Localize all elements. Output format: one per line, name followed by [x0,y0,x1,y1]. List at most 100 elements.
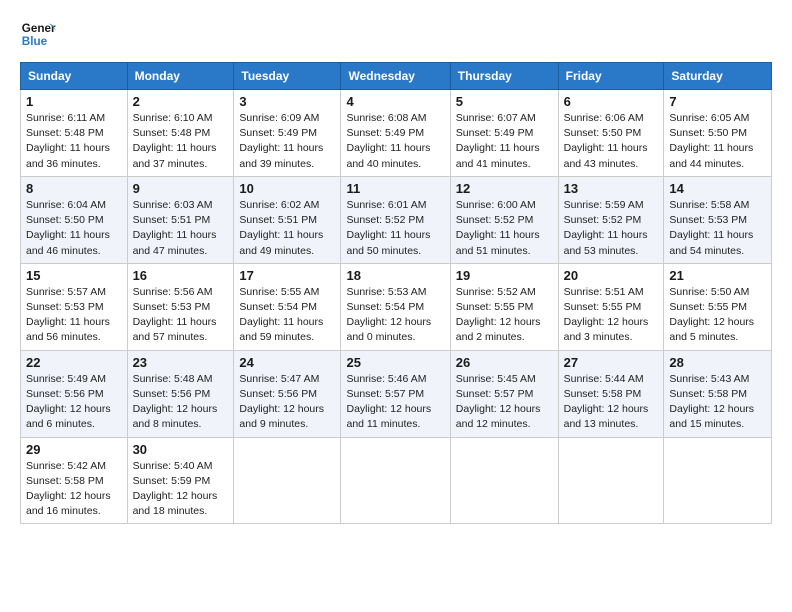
day-info: Sunrise: 5:51 AM Sunset: 5:55 PM Dayligh… [564,285,659,346]
day-info: Sunrise: 6:01 AM Sunset: 5:52 PM Dayligh… [346,198,444,259]
day-info: Sunrise: 5:50 AM Sunset: 5:55 PM Dayligh… [669,285,766,346]
day-info: Sunrise: 5:48 AM Sunset: 5:56 PM Dayligh… [133,372,229,433]
weekday-header-thursday: Thursday [450,63,558,90]
day-number: 28 [669,355,766,370]
day-info: Sunrise: 6:11 AM Sunset: 5:48 PM Dayligh… [26,111,122,172]
calendar-cell: 15 Sunrise: 5:57 AM Sunset: 5:53 PM Dayli… [21,263,128,350]
day-number: 13 [564,181,659,196]
day-info: Sunrise: 6:06 AM Sunset: 5:50 PM Dayligh… [564,111,659,172]
day-info: Sunrise: 5:44 AM Sunset: 5:58 PM Dayligh… [564,372,659,433]
calendar-cell: 25 Sunrise: 5:46 AM Sunset: 5:57 PM Dayli… [341,350,450,437]
calendar-cell: 16 Sunrise: 5:56 AM Sunset: 5:53 PM Dayli… [127,263,234,350]
calendar-cell [664,437,772,524]
calendar-cell: 4 Sunrise: 6:08 AM Sunset: 5:49 PM Daylig… [341,90,450,177]
calendar-cell: 23Sunrise: 5:48 AM Sunset: 5:56 PM Dayli… [127,350,234,437]
day-number: 5 [456,94,553,109]
day-number: 30 [133,442,229,457]
calendar-cell: 28 Sunrise: 5:43 AM Sunset: 5:58 PM Dayli… [664,350,772,437]
day-info: Sunrise: 5:59 AM Sunset: 5:52 PM Dayligh… [564,198,659,259]
calendar-cell [341,437,450,524]
day-number: 24 [239,355,335,370]
day-number: 16 [133,268,229,283]
calendar-cell: 6 Sunrise: 6:06 AM Sunset: 5:50 PM Daylig… [558,90,664,177]
day-info: Sunrise: 6:10 AM Sunset: 5:48 PM Dayligh… [133,111,229,172]
day-number: 26 [456,355,553,370]
calendar-cell [234,437,341,524]
day-info: Sunrise: 5:57 AM Sunset: 5:53 PM Dayligh… [26,285,122,346]
day-info: Sunrise: 5:49 AM Sunset: 5:56 PM Dayligh… [26,372,122,433]
weekday-header-monday: Monday [127,63,234,90]
calendar-cell: 9 Sunrise: 6:03 AM Sunset: 5:51 PM Daylig… [127,176,234,263]
day-info: Sunrise: 5:43 AM Sunset: 5:58 PM Dayligh… [669,372,766,433]
day-info: Sunrise: 6:04 AM Sunset: 5:50 PM Dayligh… [26,198,122,259]
weekday-header-saturday: Saturday [664,63,772,90]
calendar-cell: 7Sunrise: 6:05 AM Sunset: 5:50 PM Daylig… [664,90,772,177]
day-number: 25 [346,355,444,370]
day-number: 27 [564,355,659,370]
day-number: 20 [564,268,659,283]
calendar: SundayMondayTuesdayWednesdayThursdayFrid… [20,62,772,524]
day-number: 14 [669,181,766,196]
calendar-cell: 20 Sunrise: 5:51 AM Sunset: 5:55 PM Dayli… [558,263,664,350]
calendar-cell: 10Sunrise: 6:02 AM Sunset: 5:51 PM Dayli… [234,176,341,263]
day-number: 15 [26,268,122,283]
calendar-cell: 30 Sunrise: 5:40 AM Sunset: 5:59 PM Dayli… [127,437,234,524]
day-info: Sunrise: 5:47 AM Sunset: 5:56 PM Dayligh… [239,372,335,433]
calendar-cell: 27 Sunrise: 5:44 AM Sunset: 5:58 PM Dayli… [558,350,664,437]
day-info: Sunrise: 6:03 AM Sunset: 5:51 PM Dayligh… [133,198,229,259]
day-info: Sunrise: 5:58 AM Sunset: 5:53 PM Dayligh… [669,198,766,259]
page: General Blue SundayMondayTuesdayWednesda… [0,0,792,540]
day-info: Sunrise: 5:42 AM Sunset: 5:58 PM Dayligh… [26,459,122,520]
day-number: 12 [456,181,553,196]
day-number: 22 [26,355,122,370]
day-number: 9 [133,181,229,196]
day-number: 21 [669,268,766,283]
logo-icon: General Blue [20,16,56,52]
day-info: Sunrise: 5:46 AM Sunset: 5:57 PM Dayligh… [346,372,444,433]
day-number: 4 [346,94,444,109]
calendar-cell: 2 Sunrise: 6:10 AM Sunset: 5:48 PM Daylig… [127,90,234,177]
day-info: Sunrise: 5:55 AM Sunset: 5:54 PM Dayligh… [239,285,335,346]
calendar-cell: 11 Sunrise: 6:01 AM Sunset: 5:52 PM Dayli… [341,176,450,263]
day-info: Sunrise: 6:05 AM Sunset: 5:50 PM Dayligh… [669,111,766,172]
day-info: Sunrise: 5:52 AM Sunset: 5:55 PM Dayligh… [456,285,553,346]
calendar-cell: 13 Sunrise: 5:59 AM Sunset: 5:52 PM Dayli… [558,176,664,263]
calendar-cell: 12 Sunrise: 6:00 AM Sunset: 5:52 PM Dayli… [450,176,558,263]
day-number: 17 [239,268,335,283]
calendar-cell: 3 Sunrise: 6:09 AM Sunset: 5:49 PM Daylig… [234,90,341,177]
weekday-header-friday: Friday [558,63,664,90]
day-number: 10 [239,181,335,196]
calendar-cell: 5Sunrise: 6:07 AM Sunset: 5:49 PM Daylig… [450,90,558,177]
day-number: 11 [346,181,444,196]
calendar-cell: 1 Sunrise: 6:11 AM Sunset: 5:48 PM Daylig… [21,90,128,177]
calendar-cell: 19 Sunrise: 5:52 AM Sunset: 5:55 PM Dayli… [450,263,558,350]
day-info: Sunrise: 5:53 AM Sunset: 5:54 PM Dayligh… [346,285,444,346]
logo: General Blue [20,16,56,52]
day-info: Sunrise: 6:00 AM Sunset: 5:52 PM Dayligh… [456,198,553,259]
day-number: 19 [456,268,553,283]
day-number: 2 [133,94,229,109]
day-number: 6 [564,94,659,109]
calendar-cell: 8 Sunrise: 6:04 AM Sunset: 5:50 PM Daylig… [21,176,128,263]
day-info: Sunrise: 5:40 AM Sunset: 5:59 PM Dayligh… [133,459,229,520]
day-number: 3 [239,94,335,109]
svg-text:Blue: Blue [22,35,48,48]
day-number: 18 [346,268,444,283]
day-number: 8 [26,181,122,196]
calendar-cell: 21 Sunrise: 5:50 AM Sunset: 5:55 PM Dayli… [664,263,772,350]
calendar-cell [450,437,558,524]
calendar-cell: 17 Sunrise: 5:55 AM Sunset: 5:54 PM Dayli… [234,263,341,350]
weekday-header-tuesday: Tuesday [234,63,341,90]
day-number: 29 [26,442,122,457]
weekday-header-sunday: Sunday [21,63,128,90]
calendar-cell: 24 Sunrise: 5:47 AM Sunset: 5:56 PM Dayli… [234,350,341,437]
day-info: Sunrise: 5:56 AM Sunset: 5:53 PM Dayligh… [133,285,229,346]
calendar-cell: 26 Sunrise: 5:45 AM Sunset: 5:57 PM Dayli… [450,350,558,437]
calendar-cell: 18 Sunrise: 5:53 AM Sunset: 5:54 PM Dayli… [341,263,450,350]
day-info: Sunrise: 6:08 AM Sunset: 5:49 PM Dayligh… [346,111,444,172]
calendar-cell [558,437,664,524]
day-info: Sunrise: 6:09 AM Sunset: 5:49 PM Dayligh… [239,111,335,172]
day-number: 1 [26,94,122,109]
day-info: Sunrise: 5:45 AM Sunset: 5:57 PM Dayligh… [456,372,553,433]
weekday-header-wednesday: Wednesday [341,63,450,90]
